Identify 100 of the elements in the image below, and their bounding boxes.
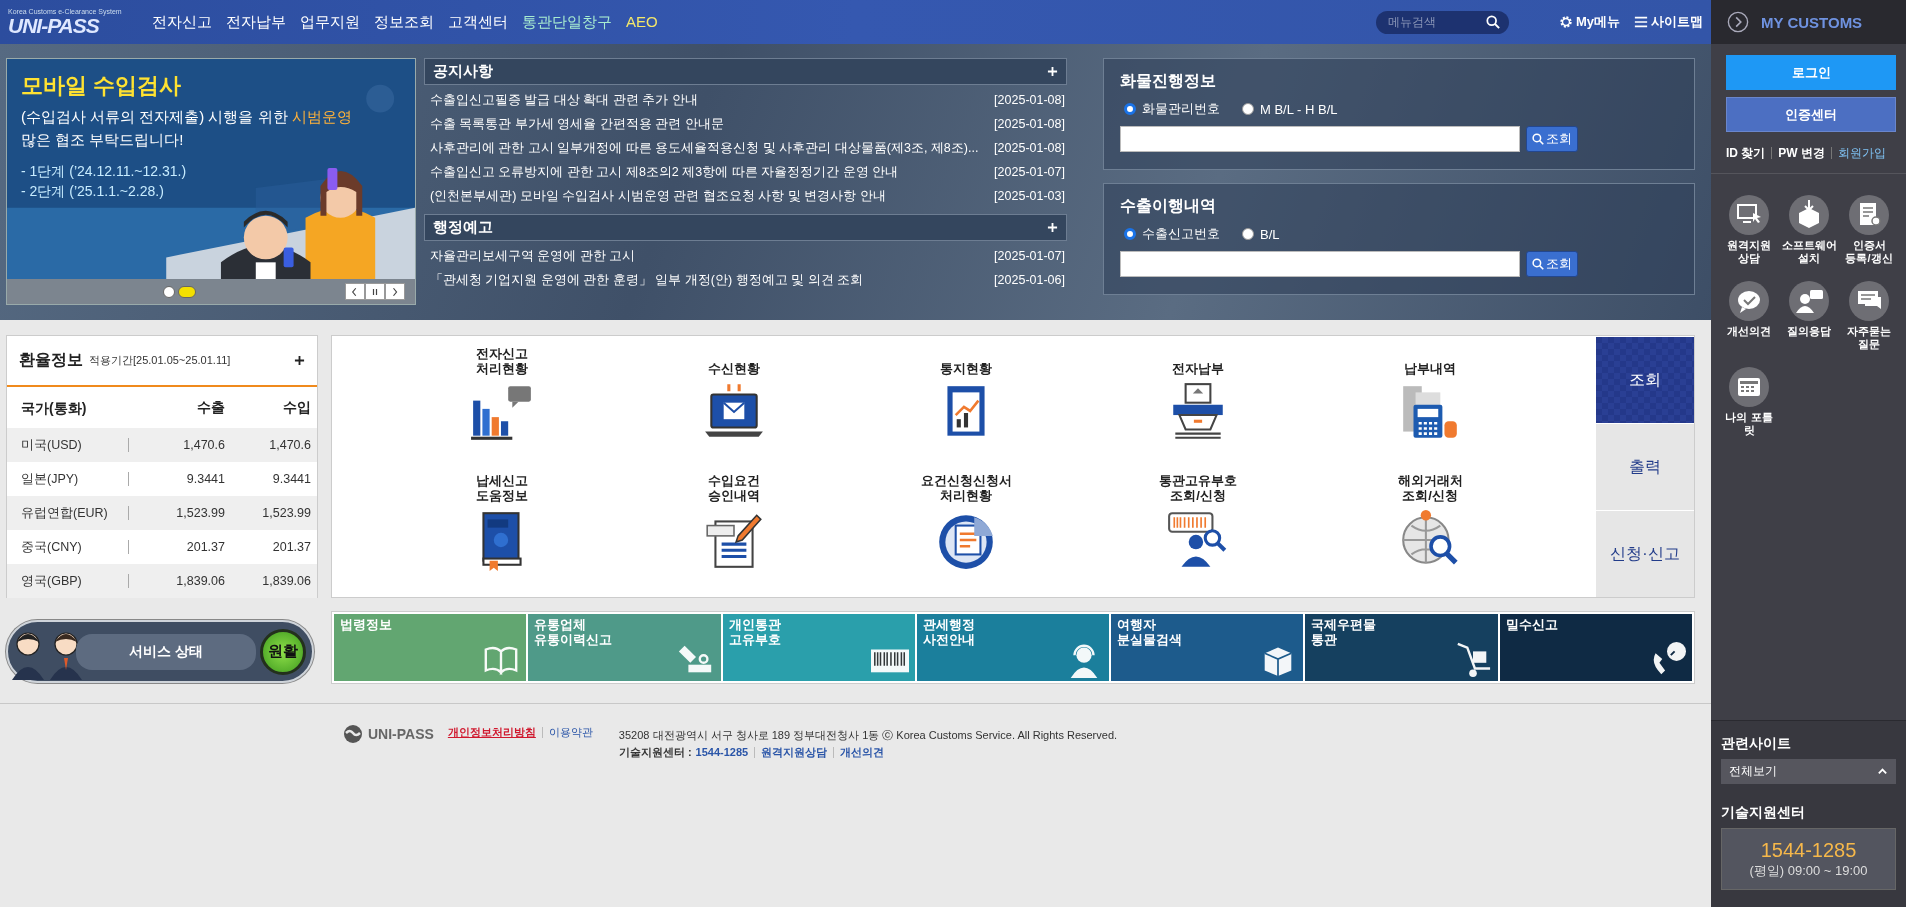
panel-title: 화물진행정보 (1120, 71, 1217, 91)
nav-link[interactable]: 전자신고 (152, 12, 212, 32)
menu-link[interactable]: 전자납부 (1172, 344, 1224, 376)
input-field[interactable] (1120, 251, 1520, 277)
nav-link[interactable]: 전자납부 (226, 12, 286, 32)
radio-button[interactable] (1242, 103, 1254, 115)
table-cell-text: 201.37 (271, 540, 312, 554)
menu-link[interactable]: 해외거래처 조회/신청 (1397, 470, 1463, 503)
menu-link[interactable]: 납세신고 도움정보 (476, 470, 528, 503)
search-icon (1532, 258, 1544, 270)
table-cell: 일본(JPY) (7, 472, 129, 486)
footer-link[interactable]: 개선의견 (833, 747, 891, 758)
notice-link[interactable]: (인천본부세관) 모바일 수입검사 시범운영 관련 협조요청 사항 및 변경사항 안내 (430, 187, 886, 205)
plus-icon (1047, 66, 1058, 77)
notice-link[interactable]: 수출입신고필증 발급 대상 확대 관련 추가 안내 (430, 91, 698, 109)
table-cell: 미국(USD) (7, 438, 129, 452)
banner[interactable]: 모바일 수입검사 (수입검사 서류의 전자제출) 시행을 위한 시범운영 많은 협조 부탁드립니다! - 1단계 (’24.12.11.~12.31.) - 2단계 (’25.1.1.~2.28.) (6, 58, 416, 305)
shortcut-tile[interactable]: 여행자 분실물검색 (1111, 614, 1304, 681)
notice-date: [2025-01-08] (994, 93, 1065, 107)
notice-link[interactable]: 수출입신고 오류방지에 관한 고시 제8조의2 제3항에 따른 자율정정기간 운영 안내 (430, 163, 899, 181)
nav-link[interactable]: 업무지원 (300, 12, 360, 32)
footer-link[interactable]: 원격지원상담 (754, 747, 834, 758)
nav-link[interactable]: AEO (626, 12, 658, 32)
box-download-icon (1789, 195, 1829, 235)
period-text: 적용기간[25.01.05~25.01.11] (89, 353, 231, 368)
support-phone: 1544-1285 (695, 745, 749, 760)
menu-link[interactable]: 납부내역 (1404, 344, 1456, 376)
menu-link[interactable]: 전자신고 처리현황 (476, 344, 528, 376)
footer-link[interactable]: 이용약관 (541, 727, 599, 738)
logo[interactable]: UNI-PASS (8, 15, 128, 36)
tab[interactable]: 조회 (1596, 336, 1694, 423)
nav-link[interactable]: 통관단일창구 (522, 12, 612, 32)
support-hours: (평일) 09:00 ~ 19:00 (1749, 861, 1868, 880)
search-icon (1532, 133, 1544, 145)
shortcut-link[interactable]: 소프트웨어 설치 (1781, 239, 1837, 265)
carousel-dot[interactable] (163, 285, 175, 298)
certificate-icon (1849, 195, 1889, 235)
search-button[interactable]: 조회 (1526, 251, 1578, 277)
tile-label: 여행자 분실물검색 (1117, 617, 1184, 647)
tile-label: 국제우편물 통관 (1311, 617, 1378, 647)
chat-check-icon (1729, 281, 1769, 321)
shortcut-link[interactable]: 개선의견 (1727, 325, 1771, 338)
certificate-button[interactable]: 인증센터 (1726, 97, 1896, 132)
account-link[interactable]: ID 찾기 (1726, 147, 1772, 159)
radio-button[interactable] (1124, 228, 1136, 240)
notice-date: [2025-01-03] (994, 189, 1065, 203)
search-icon (1485, 14, 1500, 29)
notice-link[interactable]: 수출 목록통관 부가세 영세율 간편적용 관련 안내문 (430, 115, 724, 133)
menu-link[interactable]: 통관고유부호 조회/신청 (1159, 470, 1237, 503)
input-field[interactable] (1120, 126, 1520, 152)
menu-link[interactable]: 수입요건 승인내역 (708, 470, 760, 503)
chevron-circle-icon (1727, 11, 1749, 33)
table-cell: 중국(CNY) (7, 540, 129, 554)
shortcut-link[interactable]: 자주묻는 질문 (1847, 325, 1891, 351)
account-link[interactable]: 회원가입 (1831, 147, 1892, 159)
site-dropdown[interactable]: 전체보기 (1721, 759, 1896, 784)
support-label: 기술지원센터 : (618, 745, 692, 760)
next-button[interactable] (385, 283, 405, 300)
support-phone: 1544-1285 (1760, 838, 1857, 862)
search-button[interactable]: 조회 (1526, 126, 1578, 152)
notice-link[interactable]: 자율관리보세구역 운영에 관한 고시 (430, 247, 636, 265)
tile-label: 관세행정 사전안내 (922, 617, 976, 647)
notice-date: [2025-01-07] (994, 249, 1065, 263)
menu-link[interactable]: 수신현황 (708, 344, 760, 376)
nav-link[interactable]: 정보조회 (374, 12, 434, 32)
utility-link[interactable]: My메뉴 (1558, 13, 1620, 31)
footer-link[interactable]: 개인정보처리방침 (447, 727, 542, 738)
tab[interactable]: 신청·신고 (1596, 510, 1694, 597)
utility-link[interactable]: 사이트맵 (1634, 13, 1703, 31)
radio-label: B/L (1260, 226, 1280, 242)
shortcut-link[interactable]: 나의 포틀 릿 (1725, 411, 1773, 437)
table-cell-text: 1,470.6 (268, 438, 312, 452)
tab[interactable]: 출력 (1596, 423, 1694, 510)
search-field[interactable]: 메뉴검색 (1375, 10, 1509, 34)
notice-link[interactable]: 사후관리에 관한 고시 일부개정에 따른 용도세율적용신청 및 사후관리 대상물품(제3조, 제8조)... (430, 139, 979, 157)
notice-date: [2025-01-06] (994, 273, 1065, 287)
banner-text-line: 많은 협조 부탁드립니다! (21, 130, 185, 150)
shortcut-link[interactable]: 질의응답 (1787, 325, 1831, 338)
radio-button[interactable] (1242, 228, 1254, 240)
nav-link[interactable]: 고객센터 (448, 12, 508, 32)
account-link[interactable]: PW 변경 (1771, 147, 1831, 159)
notice-link[interactable]: 「관세청 기업지원 운영에 관한 훈령」 일부 개정(안) 행정예고 및 의견 조회 (430, 271, 864, 289)
shortcut-tile[interactable]: 국제우편물 통관 (1305, 614, 1498, 681)
menu-link[interactable]: 요건신청신청서 처리현황 (920, 470, 1012, 503)
address-text: 35208 대전광역시 서구 청사로 189 정부대전청사 1동 ⓒ Korea Customs Service. All Rights Reserved. (618, 728, 1118, 743)
table-cell-text: 9.3441 (271, 472, 312, 486)
table-cell-text: 1,470.6 (182, 438, 225, 452)
previous-button[interactable] (345, 283, 365, 300)
column-header: 수입 (282, 398, 312, 417)
menu-icon (1634, 15, 1648, 29)
shortcut-tile[interactable]: 관세행정 사전안내 (916, 614, 1110, 681)
radio-button[interactable] (1124, 103, 1136, 115)
menu-link[interactable]: 통지현황 (940, 344, 992, 376)
shortcut-link[interactable]: 인증서 등록/갱신 (1845, 239, 1893, 265)
shortcut-link[interactable]: 원격지원 상담 (1727, 239, 1771, 265)
shortcut-tile[interactable]: 밀수신고 (1499, 614, 1692, 681)
settings-icon (1558, 15, 1573, 29)
pause-button[interactable] (365, 283, 385, 300)
section-title: 기술지원센터 (1721, 804, 1806, 822)
radio-label: 수출신고번호 (1142, 225, 1220, 243)
